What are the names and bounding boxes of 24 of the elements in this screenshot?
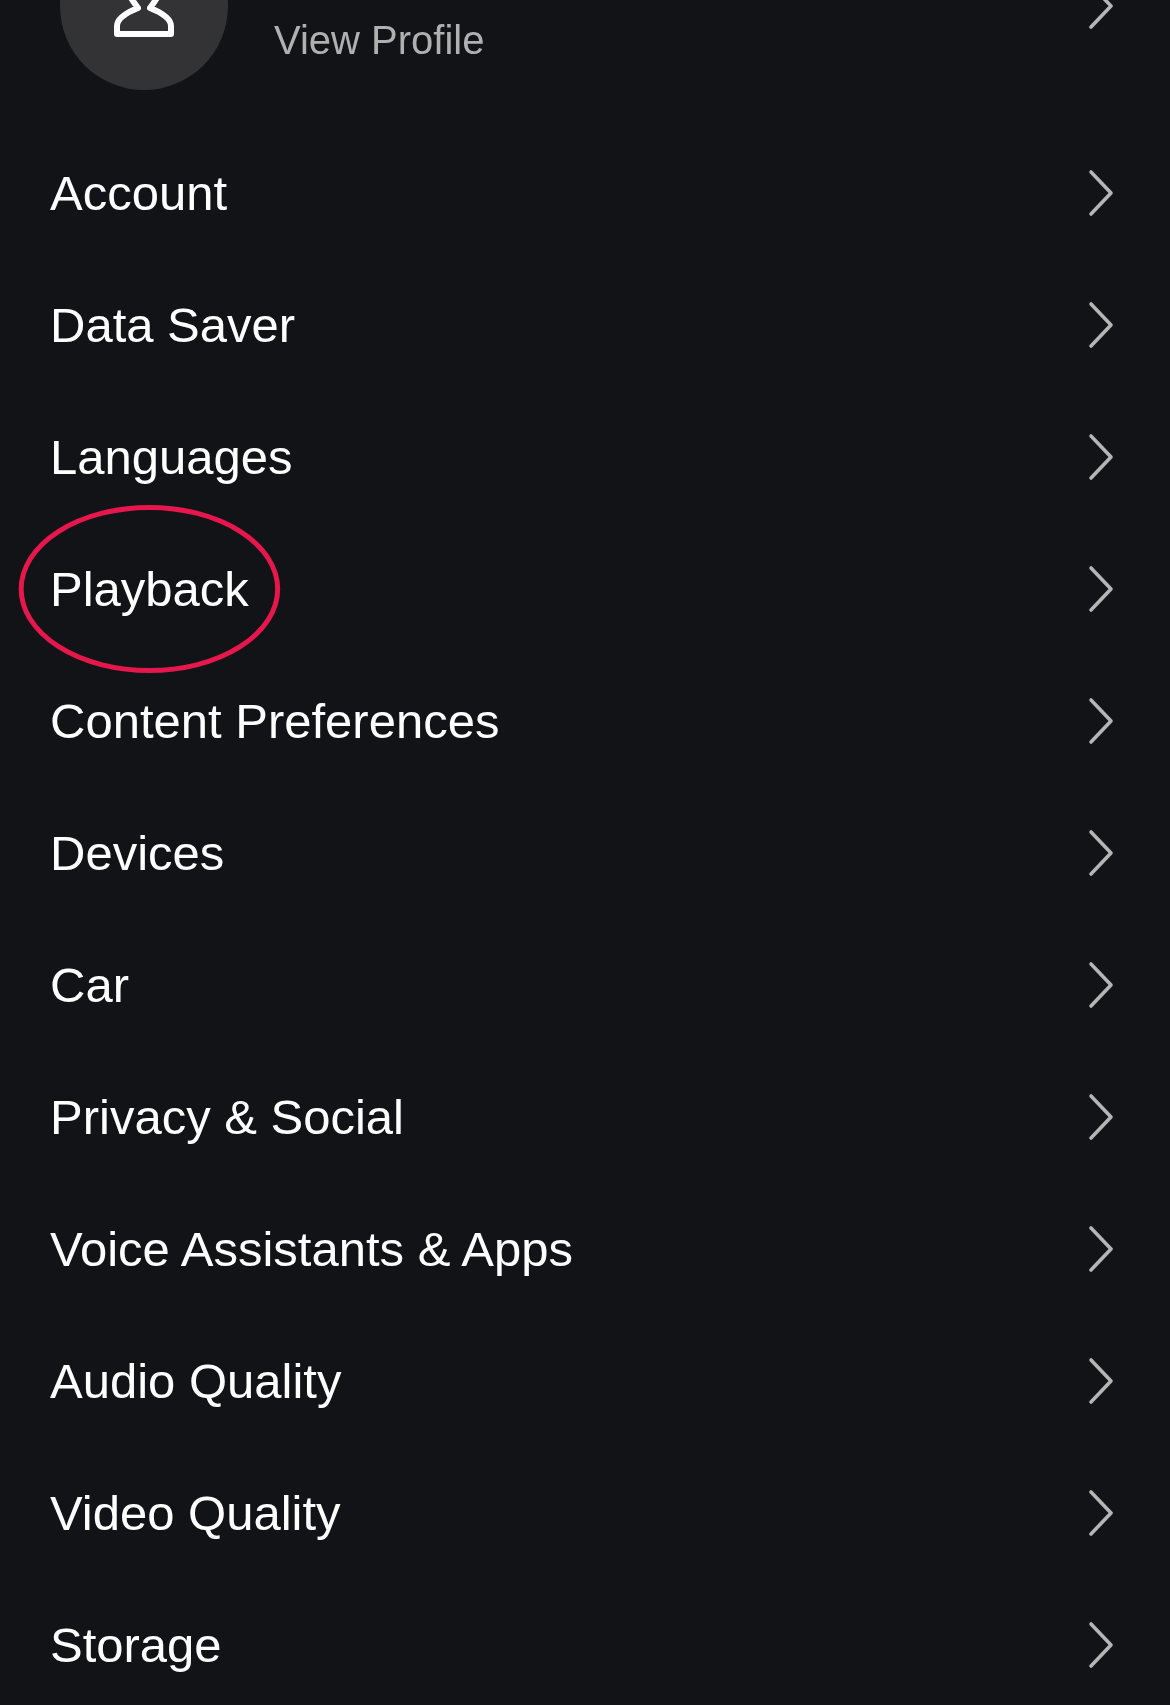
menu-item[interactable]: Content Preferences [50,693,500,749]
chevron-right-icon [1088,301,1114,349]
menu-item[interactable]: Privacy & Social [50,1089,404,1145]
chevron-right-icon [1088,433,1114,481]
profile-row[interactable]: View Profile [0,0,1170,90]
chevron-right-icon [1088,1093,1114,1141]
chevron-right-icon [1088,697,1114,745]
chevron-right-icon [1088,829,1114,877]
menu-item[interactable]: Data Saver [50,297,296,353]
chevron-right-icon [1088,1621,1114,1669]
chevron-right-icon [1088,1225,1114,1273]
menu-item[interactable]: Languages [50,429,293,485]
menu-item[interactable]: Car [50,957,129,1013]
menu-item[interactable]: Storage [50,1617,222,1673]
chevron-right-icon [1088,169,1114,217]
menu-item[interactable]: Account [50,165,228,221]
menu-item[interactable]: Video Quality [50,1485,341,1541]
menu-item[interactable]: Devices [50,825,225,881]
chevron-right-icon [1088,1357,1114,1405]
menu-item[interactable]: Voice Assistants & Apps [50,1221,573,1277]
chevron-right-icon [1088,961,1114,1009]
menu-item[interactable]: Audio Quality [50,1353,342,1409]
chevron-right-icon [1088,565,1114,613]
chevron-right-icon [1088,1489,1114,1537]
